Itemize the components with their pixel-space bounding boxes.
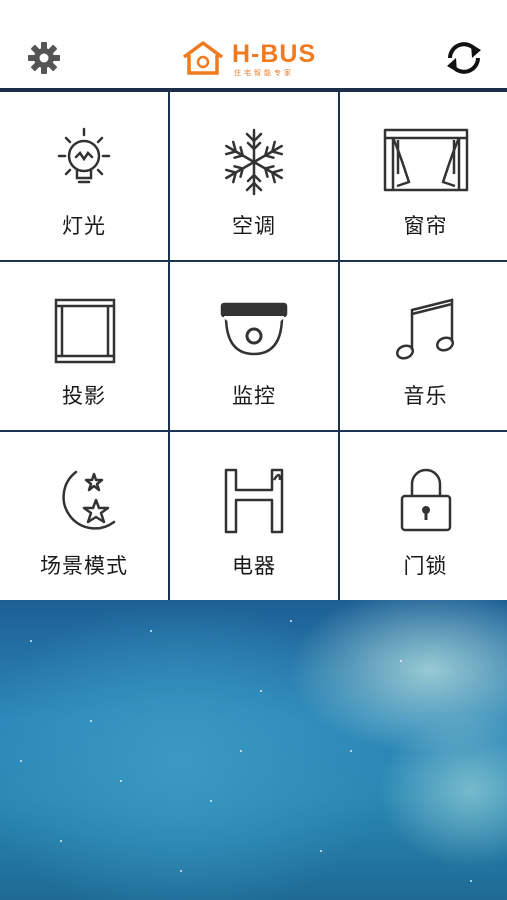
background-wallpaper bbox=[0, 600, 507, 900]
music-note-icon bbox=[395, 298, 454, 360]
tile-label: 电器 bbox=[232, 554, 276, 578]
function-grid: 灯光 空调 窗帘 投影 监控 音乐 场景模式 电器 门锁 bbox=[0, 92, 507, 604]
logo-text: H-BUS bbox=[232, 40, 317, 68]
app-logo: H-BUS 住宅智能专家 bbox=[180, 38, 330, 78]
tile-label: 空调 bbox=[232, 214, 276, 238]
moon-stars-icon bbox=[62, 470, 116, 530]
gear-icon bbox=[28, 42, 60, 74]
tile-door-lock[interactable]: 门锁 bbox=[340, 432, 507, 604]
curtain-icon bbox=[383, 128, 468, 192]
projector-screen-icon bbox=[54, 298, 116, 364]
header-bar: H-BUS 住宅智能专家 bbox=[0, 0, 507, 88]
light-bulb-icon bbox=[57, 127, 111, 184]
appliance-icon bbox=[224, 468, 284, 534]
refresh-button[interactable] bbox=[440, 36, 488, 80]
tile-surveillance[interactable]: 监控 bbox=[170, 262, 338, 430]
tile-scene-mode[interactable]: 场景模式 bbox=[0, 432, 168, 604]
lock-icon bbox=[400, 468, 451, 532]
refresh-icon bbox=[447, 42, 481, 74]
logo-subtitle: 住宅智能专家 bbox=[234, 69, 294, 77]
tile-label: 灯光 bbox=[62, 214, 106, 238]
tile-label: 门锁 bbox=[403, 554, 448, 578]
tile-appliance[interactable]: 电器 bbox=[170, 432, 338, 604]
tile-label: 投影 bbox=[62, 384, 106, 408]
tile-curtain[interactable]: 窗帘 bbox=[340, 92, 507, 260]
tile-label: 场景模式 bbox=[40, 554, 128, 578]
tile-air-conditioner[interactable]: 空调 bbox=[170, 92, 338, 260]
tile-music[interactable]: 音乐 bbox=[340, 262, 507, 430]
settings-button[interactable] bbox=[24, 38, 64, 78]
tile-projector[interactable]: 投影 bbox=[0, 262, 168, 430]
snowflake-icon bbox=[225, 128, 283, 196]
camera-icon bbox=[220, 302, 288, 356]
house-logo-icon bbox=[182, 41, 224, 75]
tile-light[interactable]: 灯光 bbox=[0, 92, 168, 260]
tile-label: 监控 bbox=[232, 384, 276, 408]
tile-label: 窗帘 bbox=[403, 214, 448, 238]
tile-label: 音乐 bbox=[403, 384, 448, 408]
